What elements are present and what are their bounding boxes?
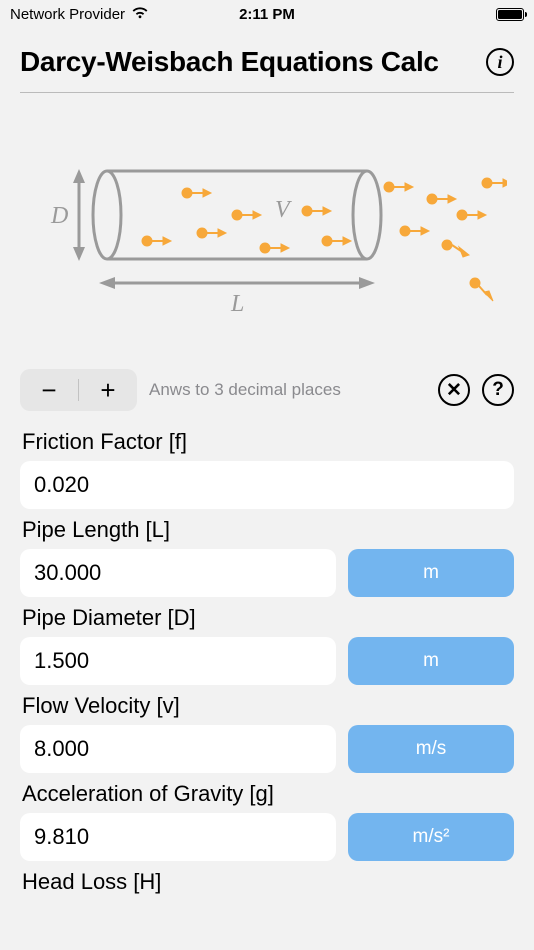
field-friction-factor: Friction Factor [f] [20, 429, 514, 509]
field-pipe-diameter: Pipe Diameter [D] m [20, 605, 514, 685]
field-label: Flow Velocity [v] [22, 693, 514, 719]
gravity-input[interactable] [20, 813, 336, 861]
field-label: Friction Factor [f] [22, 429, 514, 455]
help-button[interactable]: ? [482, 374, 514, 406]
pipe-flow-diagram: D V L [27, 143, 507, 333]
battery-icon [496, 8, 524, 21]
decimal-minus-button[interactable]: − [20, 369, 78, 411]
field-gravity: Acceleration of Gravity [g] m/s² [20, 781, 514, 861]
diagram-d-label: D [50, 203, 68, 229]
decimal-stepper: − + [20, 369, 137, 411]
flow-velocity-input[interactable] [20, 725, 336, 773]
diagram-v-label: V [275, 197, 292, 223]
pipe-diameter-unit-button[interactable]: m [348, 637, 514, 685]
field-label: Pipe Diameter [D] [22, 605, 514, 631]
status-left: Network Provider [10, 6, 149, 23]
gravity-unit-button[interactable]: m/s² [348, 813, 514, 861]
field-head-loss-label-partial: Head Loss [H] [22, 869, 514, 895]
flow-velocity-unit-button[interactable]: m/s [348, 725, 514, 773]
fields-list: Friction Factor [f] Pipe Length [L] m Pi… [0, 429, 534, 895]
close-icon: ✕ [446, 379, 462, 402]
app-header: Darcy-Weisbach Equations Calc i [0, 28, 534, 92]
precision-controls: − + Anws to 3 decimal places ✕ ? [0, 363, 534, 423]
friction-factor-input[interactable] [20, 461, 514, 509]
decimal-plus-button[interactable]: + [79, 369, 137, 411]
status-right [496, 8, 524, 21]
status-bar: Network Provider 2:11 PM [0, 0, 534, 28]
diagram-container: D V L [0, 93, 534, 363]
field-pipe-length: Pipe Length [L] m [20, 517, 514, 597]
status-time: 2:11 PM [239, 6, 295, 23]
field-label: Acceleration of Gravity [g] [22, 781, 514, 807]
pipe-diameter-input[interactable] [20, 637, 336, 685]
pipe-length-unit-button[interactable]: m [348, 549, 514, 597]
page-title: Darcy-Weisbach Equations Calc [20, 46, 439, 78]
field-flow-velocity: Flow Velocity [v] m/s [20, 693, 514, 773]
field-label: Pipe Length [L] [22, 517, 514, 543]
info-button[interactable]: i [486, 48, 514, 76]
pipe-length-input[interactable] [20, 549, 336, 597]
network-provider: Network Provider [10, 6, 125, 23]
wifi-icon [131, 6, 149, 23]
diagram-l-label: L [230, 291, 244, 317]
decimal-hint: Anws to 3 decimal places [149, 380, 426, 400]
info-icon: i [497, 52, 502, 73]
clear-button[interactable]: ✕ [438, 374, 470, 406]
question-icon: ? [492, 379, 504, 401]
